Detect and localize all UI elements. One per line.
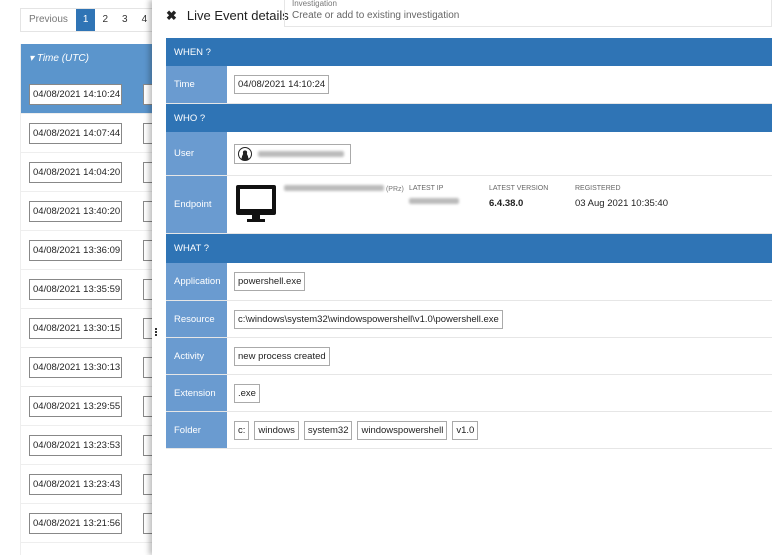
page-1[interactable]: 1: [75, 9, 96, 31]
field-folder: Folder c: windows system32 windowspowershell…: [166, 412, 772, 449]
section-what: WHAT ?: [166, 234, 772, 263]
table-row[interactable]: 04/08/2021 13:30:15: [21, 309, 160, 348]
resource-value: c:\windows\system32\windowspowershell\v1…: [234, 309, 503, 329]
registered-label: REGISTERED: [575, 185, 621, 192]
time-cell: 04/08/2021 14:04:20: [29, 162, 122, 183]
sort-desc-icon: ▾: [29, 53, 37, 64]
table-row[interactable]: 04/08/2021 13:35:59: [21, 270, 160, 309]
time-cell: 04/08/2021 13:36:09: [29, 240, 122, 261]
table-row[interactable]: 04/08/2021 14:10:24: [21, 75, 160, 114]
field-resource: Resource c:\windows\system32\windowspower…: [166, 301, 772, 338]
time-cell: 04/08/2021 13:35:59: [29, 279, 122, 300]
extension-value: .exe: [234, 383, 260, 403]
table-row[interactable]: 04/08/2021 13:23:43: [21, 465, 160, 504]
registered-value: 03 Aug 2021 10:35:40: [575, 198, 668, 209]
live-event-details-panel: ✖ Live Event details Investigation Create…: [152, 0, 772, 555]
field-label: Folder: [166, 412, 227, 448]
time-cell: 04/08/2021 13:30:13: [29, 357, 122, 378]
page-2[interactable]: 2: [95, 9, 115, 31]
section-when: WHEN ?: [166, 38, 772, 66]
time-cell: 04/08/2021 14:10:24: [29, 84, 122, 105]
time-cell: 04/08/2021 13:21:56: [29, 513, 122, 534]
events-table: ▾ Time (UTC) 04/08/2021 14:10:24 04/08/20…: [20, 44, 160, 555]
user-chip[interactable]: [234, 143, 351, 164]
table-row[interactable]: 04/08/2021 13:23:53: [21, 426, 160, 465]
time-cell: 04/08/2021 13:40:20: [29, 201, 122, 222]
application-value: powershell.exe: [234, 272, 306, 291]
folder-chip: windowspowershell: [357, 420, 448, 440]
field-label: Extension: [166, 375, 227, 411]
field-user: User: [166, 132, 772, 176]
field-label: Activity: [166, 338, 227, 374]
endpoint-name-redacted: [284, 185, 384, 191]
time-cell: 04/08/2021 13:29:55: [29, 396, 122, 417]
table-row[interactable]: 04/08/2021 13:29:55: [21, 387, 160, 426]
latest-version-label: LATEST VERSION: [489, 185, 549, 192]
details-sections: WHEN ? Time 04/08/2021 14:10:24 WHO ? Use…: [166, 38, 772, 449]
folder-chip: c:: [234, 420, 250, 440]
field-label: Resource: [166, 301, 227, 337]
time-value: 04/08/2021 14:10:24: [234, 75, 330, 94]
field-activity: Activity new process created: [166, 338, 772, 375]
column-header-time[interactable]: ▾ Time (UTC): [21, 44, 160, 75]
investigation-placeholder: Create or add to existing investigation: [292, 10, 460, 21]
table-row[interactable]: 04/08/2021 13:30:13: [21, 348, 160, 387]
field-label: User: [166, 132, 227, 175]
table-row[interactable]: 04/08/2021 14:04:20: [21, 153, 160, 192]
field-extension: Extension .exe: [166, 375, 772, 412]
field-endpoint: Endpoint (PRz) LATEST IP LATEST VERSION 6…: [166, 176, 772, 234]
page-3[interactable]: 3: [115, 9, 135, 31]
previous-button[interactable]: Previous: [21, 9, 76, 31]
latest-version-value: 6.4.38.0: [489, 198, 524, 209]
column-header-label: Time (UTC): [36, 53, 89, 64]
pagination: Previous 1 2 3 4: [20, 8, 156, 32]
panel-resize-handle[interactable]: [155, 328, 157, 336]
table-row[interactable]: 04/08/2021 14:07:44: [21, 114, 160, 153]
time-cell: 04/08/2021 14:07:44: [29, 123, 122, 144]
table-row[interactable]: 04/08/2021 13:40:20: [21, 192, 160, 231]
time-cell: 04/08/2021 13:30:15: [29, 318, 122, 339]
folder-chip: v1.0: [452, 420, 479, 440]
close-icon[interactable]: ✖: [166, 8, 177, 23]
table-row[interactable]: 04/08/2021 13:21:56: [21, 504, 160, 543]
field-label: Endpoint: [166, 176, 227, 233]
section-who: WHO ?: [166, 104, 772, 132]
activity-value: new process created: [234, 346, 330, 366]
folder-chip: system32: [303, 420, 353, 440]
field-time: Time 04/08/2021 14:10:24: [166, 66, 772, 104]
panel-title: Live Event details: [186, 8, 289, 23]
latest-ip-redacted: [409, 198, 459, 204]
monitor-icon: [236, 185, 276, 222]
user-avatar-icon: [238, 146, 252, 161]
endpoint-suffix: (PRz): [385, 186, 404, 193]
investigation-input[interactable]: Investigation Create or add to existing …: [284, 0, 772, 27]
investigation-label: Investigation: [292, 0, 337, 8]
folder-chip: windows: [254, 420, 299, 440]
user-name-redacted: [258, 150, 344, 157]
time-cell: 04/08/2021 13:23:53: [29, 435, 122, 456]
latest-ip-label: LATEST IP: [409, 185, 444, 192]
field-label: Time: [166, 66, 227, 103]
time-cell: 04/08/2021 13:23:43: [29, 474, 122, 495]
table-row[interactable]: 04/08/2021 13:36:09: [21, 231, 160, 270]
field-label: Application: [166, 263, 227, 300]
field-application: Application powershell.exe: [166, 263, 772, 301]
